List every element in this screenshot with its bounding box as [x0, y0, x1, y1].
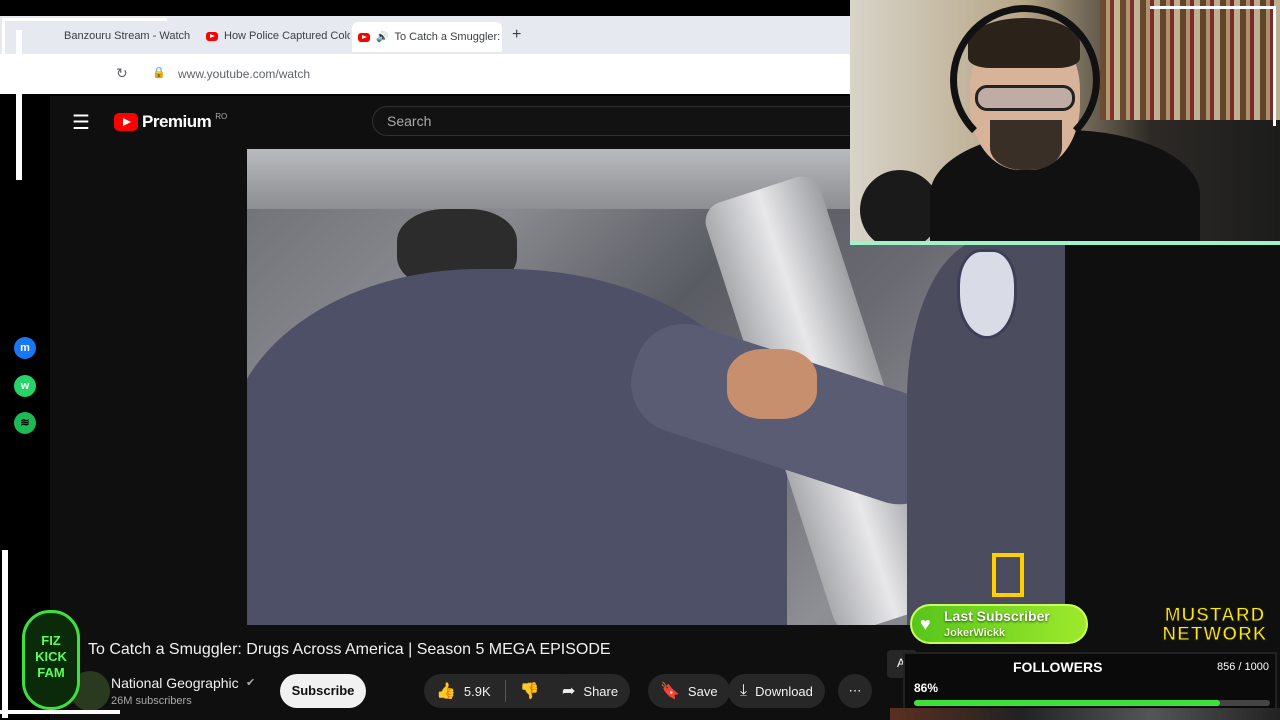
url-field[interactable]: www.youtube.com/watch [178, 67, 310, 81]
whatsapp-icon[interactable]: w [14, 375, 36, 397]
bottom-thumbnail-strip [890, 708, 1280, 720]
thumbs-up-icon[interactable]: 👍 [436, 681, 456, 701]
last-subscriber-label: Last Subscriber [944, 608, 1050, 624]
video-frame-officer [247, 269, 787, 625]
webcam-headset [950, 5, 1100, 155]
download-button[interactable]: ⤓ Download [728, 674, 825, 708]
download-label: Download [755, 683, 813, 699]
youtube-masthead: ☰ Premium RO Search [50, 96, 852, 148]
youtube-premium-logo[interactable]: Premium RO [114, 112, 227, 132]
thumbs-down-icon[interactable]: 👎 [520, 681, 540, 701]
youtube-favicon-icon [358, 32, 370, 42]
overlay-frame-line [0, 710, 120, 714]
share-arrow-icon: ➦ [562, 683, 576, 700]
save-label: Save [687, 683, 718, 699]
tab-police-captured[interactable]: How Police Captured Colo [200, 24, 350, 48]
followers-percent: 86% [914, 681, 939, 695]
save-button[interactable]: 🔖 Save [648, 674, 730, 708]
kick-fam-logo: FIZ KICK FAM [22, 610, 80, 710]
verified-icon: ✔ [246, 677, 256, 689]
download-icon: ⤓ [740, 682, 748, 699]
tab-label: How Police Captured Colo [224, 30, 350, 42]
new-tab-button[interactable]: + [512, 26, 521, 44]
channel-name[interactable]: National Geographic [111, 675, 239, 691]
natgeo-logo-icon [992, 553, 1024, 597]
like-count[interactable]: 5.9K [464, 684, 491, 699]
video-frame-patch [957, 249, 1017, 339]
share-button[interactable]: ➦ Share [550, 674, 631, 708]
subscribe-button[interactable]: Subscribe [280, 674, 366, 708]
messenger-icon[interactable]: m [14, 337, 36, 359]
more-actions-button[interactable]: ⋯ [838, 674, 872, 708]
video-title: To Catch a Smuggler: Drugs Across Americ… [88, 641, 611, 658]
last-subscriber-alert: ♥ Last Subscriber JokerWickk [910, 604, 1088, 644]
followers-title: FOLLOWERS [1013, 659, 1103, 675]
logo-country-code: RO [215, 111, 228, 121]
followers-progress-track [914, 700, 1270, 706]
heart-icon: ♥ [920, 614, 931, 634]
webcam-microphone [860, 170, 940, 241]
spotify-icon[interactable]: ≋ [14, 412, 36, 434]
bookmark-icon: 🔖 [660, 683, 680, 700]
last-subscriber-name: JokerWickk [944, 627, 1006, 639]
overlay-frame-line [2, 550, 8, 718]
youtube-favicon-icon [206, 31, 218, 41]
followers-progress-fill [914, 700, 1221, 706]
mustard-network-logo: MUSTARD NETWORK [1162, 605, 1268, 645]
share-label: Share [583, 683, 619, 699]
speaker-icon: 🔊 [376, 31, 389, 43]
video-frame-hand [727, 349, 817, 419]
youtube-play-icon [114, 113, 138, 131]
search-input[interactable]: Search [372, 106, 852, 136]
more-dots-icon: ⋯ [848, 683, 862, 698]
like-divider [504, 680, 506, 702]
followers-count: 856 / 1000 [1217, 661, 1269, 673]
tab-label: To Catch a Smuggler: [394, 31, 501, 43]
followers-goal-widget: FOLLOWERS 856 / 1000 86% [903, 652, 1277, 716]
overlay-frame-line [16, 30, 22, 180]
subscriber-count: 26M subscribers [111, 695, 192, 707]
overlay-frame-line [1150, 6, 1276, 126]
overlay-frame-line [2, 18, 167, 68]
hamburger-menu-icon[interactable]: ☰ [72, 110, 90, 135]
tab-to-catch-a-smuggler[interactable]: 🔊 To Catch a Smuggler: [352, 22, 502, 52]
logo-text: Premium [142, 112, 212, 131]
